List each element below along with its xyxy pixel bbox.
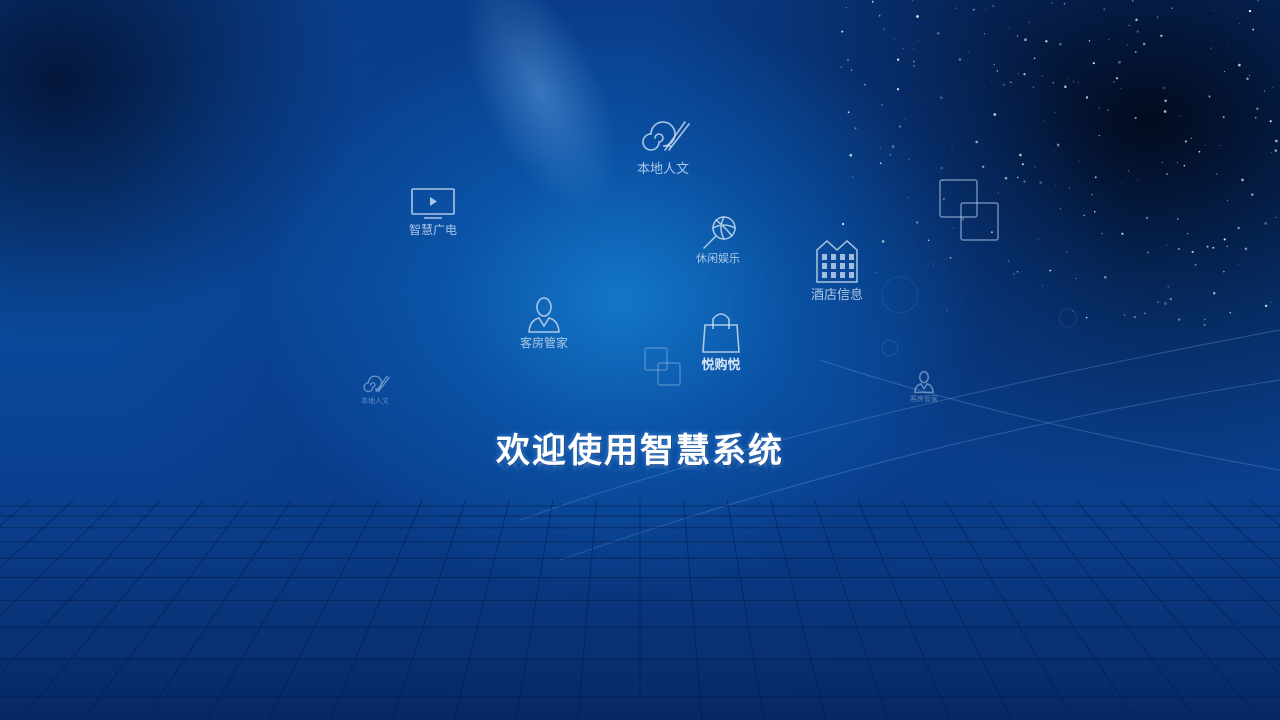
- menu-item-smart-tv[interactable]: 智慧广电: [398, 187, 468, 238]
- window: [840, 254, 845, 260]
- window: [849, 263, 854, 269]
- menu-item-label: 智慧广电: [408, 223, 457, 237]
- person-icon: [528, 297, 560, 333]
- snail-brush-icon: [363, 375, 390, 393]
- window: [831, 254, 836, 260]
- menu-item-label: 本地人文: [636, 162, 689, 177]
- person-icon: [914, 370, 934, 394]
- building-icon: [816, 239, 858, 283]
- square-decorations: [644, 179, 999, 386]
- window: [831, 263, 836, 269]
- window: [849, 254, 854, 260]
- window: [822, 263, 827, 269]
- menu-item-label: 客房管家: [910, 395, 938, 403]
- menu-item-label: 客房管家: [519, 336, 568, 350]
- window: [822, 254, 827, 260]
- window: [840, 272, 845, 278]
- window: [849, 272, 854, 278]
- menu-item-housekeeper-small[interactable]: 客房管家: [904, 370, 944, 404]
- menu-item-local-culture-small[interactable]: 本地人文: [352, 374, 398, 406]
- tv-icon: [411, 188, 455, 219]
- welcome-title-reflection: 欢迎使用智慧系统: [496, 453, 784, 493]
- lollipop-icon: [703, 216, 736, 249]
- window: [822, 272, 827, 278]
- shopping-bag-icon: [702, 313, 740, 353]
- menu-item-label: 悦购悦: [701, 358, 741, 373]
- menu-item-shopping[interactable]: 悦购悦: [690, 310, 752, 373]
- snail-brush-icon: [642, 121, 690, 151]
- menu-item-leisure[interactable]: 休闲娱乐: [688, 214, 748, 266]
- window: [831, 272, 836, 278]
- splash-screen: 本地人文 智慧广电 休闲娱乐 酒店信息 客房管家 悦购悦 本地人文 客房管家 欢…: [0, 0, 1280, 720]
- menu-item-housekeeper[interactable]: 客房管家: [512, 296, 576, 351]
- window: [840, 263, 845, 269]
- menu-item-label: 酒店信息: [810, 288, 863, 303]
- menu-item-local-culture[interactable]: 本地人文: [628, 118, 698, 177]
- menu-item-label: 休闲娱乐: [696, 252, 740, 265]
- menu-item-hotel-info[interactable]: 酒店信息: [804, 238, 870, 303]
- menu-item-label: 本地人文: [361, 397, 389, 405]
